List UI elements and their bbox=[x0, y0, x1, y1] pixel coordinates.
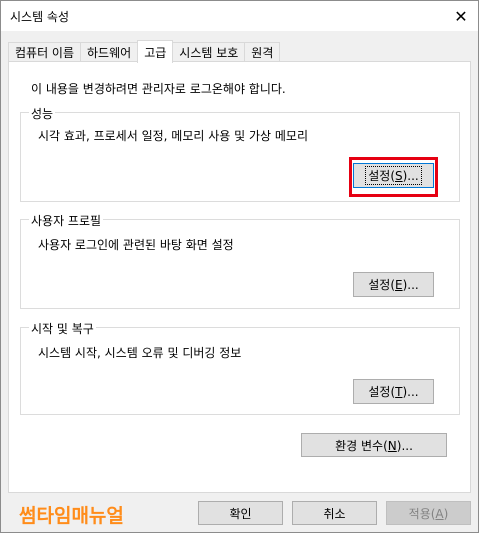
ok-button[interactable]: 확인 bbox=[198, 501, 283, 525]
tab-computer-name[interactable]: 컴퓨터 이름 bbox=[8, 42, 82, 62]
performance-title: 성능 bbox=[29, 105, 56, 122]
user-profiles-settings-label: 설정(E)... bbox=[368, 278, 419, 292]
startup-recovery-title: 시작 및 복구 bbox=[29, 320, 96, 337]
startup-recovery-settings-button[interactable]: 설정(T)... bbox=[353, 379, 434, 404]
apply-button[interactable]: 적용(A) bbox=[386, 501, 471, 525]
startup-recovery-settings-label: 설정(T)... bbox=[368, 385, 419, 399]
tab-strip: 컴퓨터 이름 하드웨어 고급 시스템 보호 원격 bbox=[8, 40, 281, 63]
performance-description: 시각 효과, 프로세서 일정, 메모리 사용 및 가상 메모리 bbox=[38, 129, 308, 143]
ok-label: 확인 bbox=[229, 506, 252, 521]
environment-variables-button[interactable]: 환경 변수(N)... bbox=[301, 433, 447, 457]
close-icon[interactable]: ✕ bbox=[448, 3, 474, 29]
user-profiles-description: 사용자 로그인에 관련된 바탕 화면 설정 bbox=[38, 238, 234, 252]
tab-remote[interactable]: 원격 bbox=[244, 42, 281, 62]
startup-recovery-description: 시스템 시작, 시스템 오류 및 디버깅 정보 bbox=[38, 346, 242, 360]
tab-advanced[interactable]: 고급 bbox=[137, 40, 174, 63]
cancel-button[interactable]: 취소 bbox=[292, 501, 377, 525]
performance-settings-button[interactable]: 설정(S)... bbox=[353, 163, 434, 188]
user-profiles-settings-button[interactable]: 설정(E)... bbox=[353, 272, 434, 297]
cancel-label: 취소 bbox=[323, 506, 346, 521]
performance-settings-label: 설정(S)... bbox=[365, 166, 422, 185]
user-profiles-title: 사용자 프로필 bbox=[29, 212, 104, 229]
admin-notice: 이 내용을 변경하려면 관리자로 로그온해야 합니다. bbox=[31, 82, 286, 96]
tab-hardware[interactable]: 하드웨어 bbox=[80, 42, 139, 62]
title-bar[interactable]: 시스템 속성 ✕ bbox=[1, 1, 478, 31]
apply-label: 적용(A) bbox=[408, 506, 449, 521]
environment-variables-label: 환경 변수(N)... bbox=[335, 438, 413, 453]
system-properties-dialog: 시스템 속성 ✕ 컴퓨터 이름 하드웨어 고급 시스템 보호 원격 이 내용을 … bbox=[0, 0, 479, 533]
tab-system-protection[interactable]: 시스템 보호 bbox=[172, 42, 246, 62]
window-title: 시스템 속성 bbox=[10, 10, 70, 24]
watermark-logo: 썸타임매뉴얼 bbox=[19, 505, 124, 527]
